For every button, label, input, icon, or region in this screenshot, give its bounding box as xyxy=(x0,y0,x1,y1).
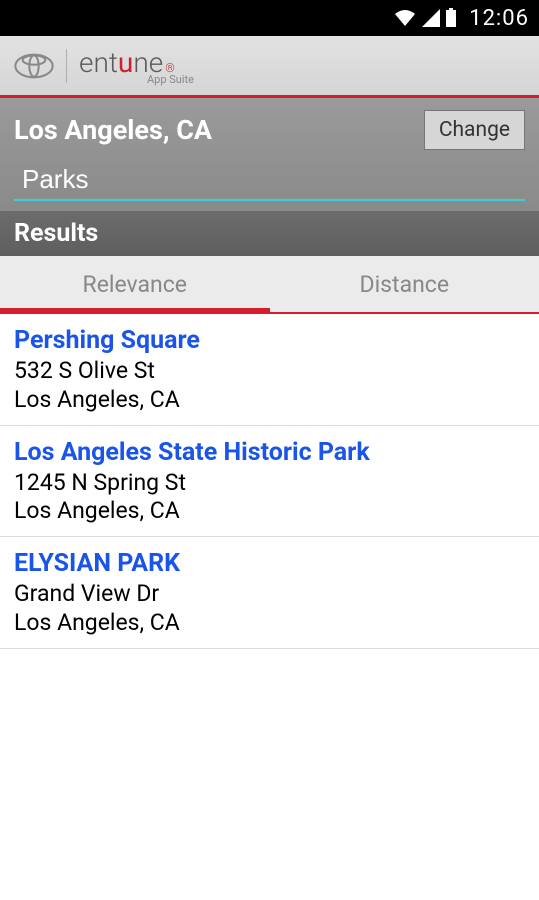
result-item[interactable]: ELYSIAN PARKGrand View DrLos Angeles, CA xyxy=(0,537,539,649)
result-name: ELYSIAN PARK xyxy=(14,549,525,578)
tab-distance[interactable]: Distance xyxy=(270,256,539,312)
tab-relevance[interactable]: Relevance xyxy=(0,256,270,312)
signal-icon xyxy=(421,8,441,28)
tabs: Relevance Distance xyxy=(0,256,539,314)
result-item[interactable]: Los Angeles State Historic Park1245 N Sp… xyxy=(0,426,539,538)
toyota-logo-icon xyxy=(14,52,66,80)
result-city: Los Angeles, CA xyxy=(14,386,525,415)
result-name: Pershing Square xyxy=(14,326,525,355)
wifi-icon xyxy=(393,8,417,28)
result-street: 1245 N Spring St xyxy=(14,469,525,498)
result-item[interactable]: Pershing Square532 S Olive StLos Angeles… xyxy=(0,314,539,426)
result-name: Los Angeles State Historic Park xyxy=(14,438,525,467)
result-city: Los Angeles, CA xyxy=(14,497,525,526)
battery-icon xyxy=(445,8,457,28)
result-street: Grand View Dr xyxy=(14,580,525,609)
results-header: Results xyxy=(0,211,539,256)
result-list: Pershing Square532 S Olive StLos Angeles… xyxy=(0,314,539,649)
result-city: Los Angeles, CA xyxy=(14,609,525,638)
header-divider xyxy=(66,49,67,83)
app-header: entune® App Suite xyxy=(0,36,539,98)
result-street: 532 S Olive St xyxy=(14,357,525,386)
change-location-button[interactable]: Change xyxy=(424,110,525,150)
search-input[interactable] xyxy=(14,162,525,201)
status-bar: 12:06 xyxy=(0,0,539,36)
status-time: 12:06 xyxy=(469,6,529,31)
entune-logo: entune® App Suite xyxy=(79,46,194,86)
location-name: Los Angeles, CA xyxy=(14,114,212,146)
location-bar: Los Angeles, CA Change xyxy=(0,98,539,211)
entune-subtitle: App Suite xyxy=(147,73,194,86)
